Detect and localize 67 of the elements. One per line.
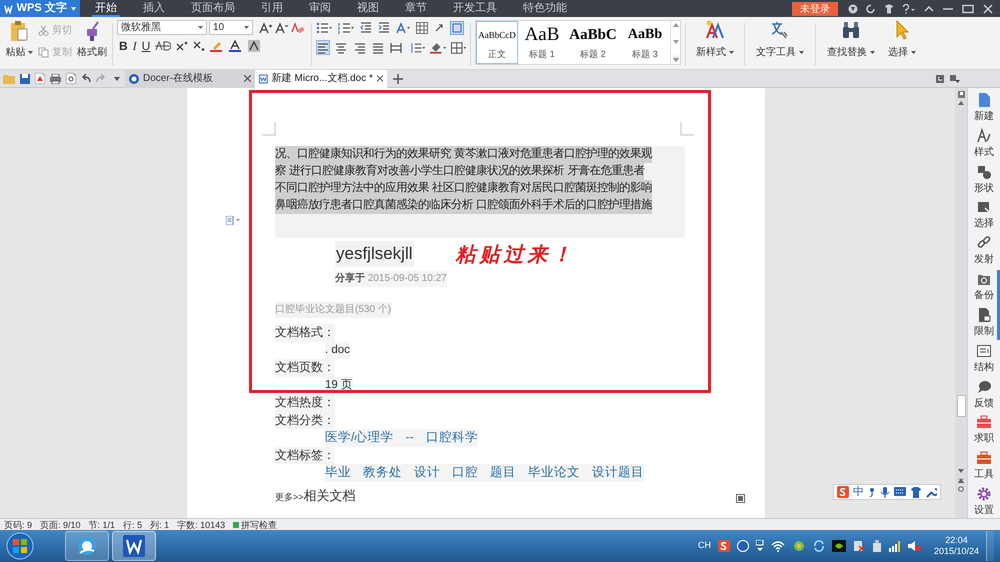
tag-link[interactable]: 医学/心理学 [325,429,394,446]
sidebar-item[interactable]: 求职 [968,414,1000,446]
menu-tab[interactable]: 开发工具 [450,0,500,17]
menu-tab[interactable]: 审阅 [306,0,334,17]
field-value: . doc [325,342,350,359]
paste-button[interactable]: 粘贴 [4,20,34,66]
sidebar-item[interactable]: 新建 [968,92,1000,124]
tag-link[interactable]: 设计 [414,464,440,482]
status-item: 页码: 9 [4,518,32,530]
style-preset[interactable]: AaBbC 标题 2 [566,21,620,64]
format-button[interactable]: I [132,40,137,52]
format-button[interactable]: B [119,40,128,52]
sidebar-item[interactable]: 工具 [968,450,1000,482]
system-clock[interactable]: 22:04 2015/10/24 [934,535,979,557]
style-preset[interactable]: AaBbCcD 正文 [476,21,518,64]
ribbon-tool-button[interactable]: 选择 [882,20,922,66]
style-preset[interactable]: AaB 标题 1 [518,21,566,64]
sidebar-item[interactable]: 形状 [968,164,1000,196]
sidebar-item[interactable]: 反馈 [968,378,1000,410]
menu-tab[interactable]: 引用 [258,0,286,17]
field-label: 文档标签： [275,446,335,464]
menu-tab[interactable]: 插入 [140,0,168,17]
sidebar-item[interactable]: 发射 [968,235,1000,268]
input-mode-toggle[interactable]: 中 [853,484,864,500]
menu-tab[interactable]: 页面布局 [188,0,238,17]
document-tab[interactable]: Docer-在线模板 [125,70,255,88]
menu-tab[interactable]: 特色功能 [520,0,570,17]
field-label: 文档格式： [275,324,335,342]
status-item: 页面: 9/10 [40,518,81,530]
menu-tab[interactable]: 章节 [402,0,430,17]
field-label: 文档页数： [275,359,335,376]
spell-check-button[interactable]: 拼写检查 [233,518,278,530]
status-item: 列: 1 [150,518,170,530]
related-heading: 相关文档 [304,488,356,504]
tag-link[interactable]: 毕业 [325,464,351,482]
tag-link[interactable]: 教务处 [363,464,402,482]
app-menu-button[interactable]: WPS 文字 [0,0,80,17]
author-name: yesfjlsekjll [335,241,414,267]
status-item: 节: 1/1 [88,518,116,530]
annotation-text: 粘贴过来！ [456,241,576,268]
tag-link[interactable]: 设计题目 [592,464,644,482]
style-preset[interactable]: AaBb 标题 3 [620,21,670,64]
share-date: 分享于 2015-09-05 10:27 [335,271,447,287]
document-tab[interactable]: 新建 Micro...文档.doc * [255,70,387,88]
tag-link[interactable]: -- [405,429,414,446]
font-name-field[interactable]: 微软雅黑 [117,20,207,35]
menu-tab[interactable]: 视图 [354,0,382,17]
ribbon-tool-button[interactable]: 新样式 [690,20,740,66]
sidebar-item[interactable]: 结构 [968,342,1000,375]
field-label: 文档热度： [275,394,335,412]
font-size-field[interactable]: 10 [209,20,253,35]
tag-link[interactable]: 口腔科学 [426,429,478,446]
language-indicator[interactable]: CH [698,539,711,553]
sidebar-item[interactable]: 选择 [968,199,1000,232]
format-button[interactable]: U [142,40,150,52]
field-label: 文档分类： [275,412,335,429]
status-item: 字数: 10143 [177,518,226,530]
sidebar-item[interactable]: 样式 [968,128,1000,160]
format-painter-button[interactable]: 格式刷 [76,20,108,66]
tag-link[interactable]: 口腔 [452,464,478,482]
sidebar-item[interactable]: 设置 [968,486,1000,518]
more-link[interactable]: 更多>> [275,490,304,504]
status-item: 行: 5 [123,518,142,530]
ribbon-tool-button[interactable]: 文字工具 [749,20,811,66]
tag-link[interactable]: 毕业论文 [528,464,580,482]
ribbon-tool-button[interactable]: 查找替换 [820,20,882,66]
tag-link[interactable]: 题目 [490,464,516,482]
